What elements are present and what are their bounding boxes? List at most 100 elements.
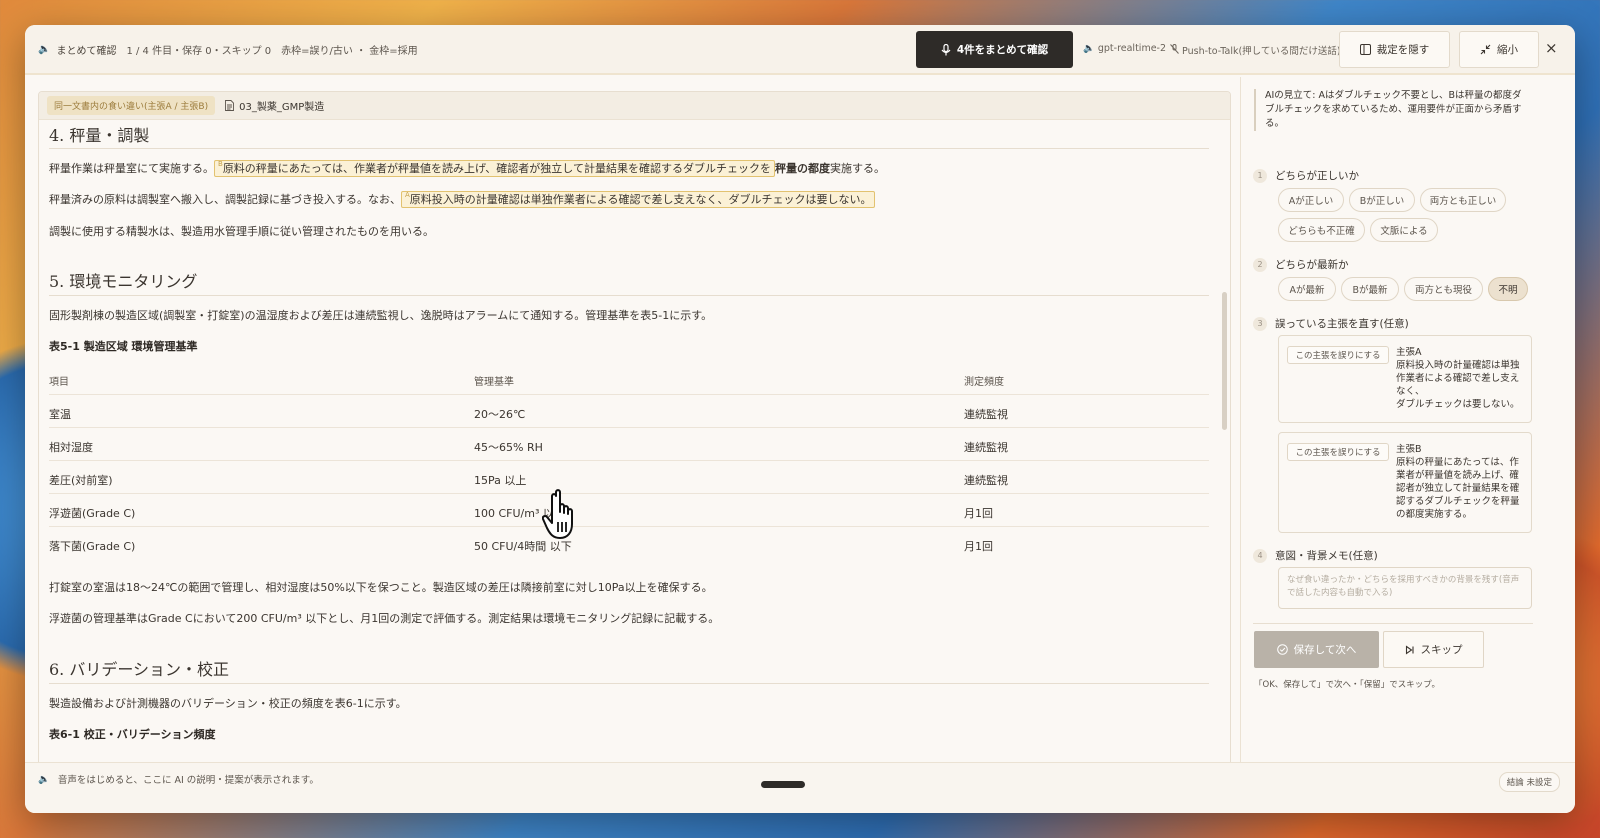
mark-claim-a-wrong-button[interactable]: この主張を誤りにする: [1287, 346, 1389, 364]
question-1: 1 どちらが正しいか: [1253, 168, 1359, 183]
option-a-correct[interactable]: Aが正しい: [1278, 188, 1344, 212]
hand-pointer-icon: [542, 489, 573, 539]
claim-b-card: この主張を誤りにする 主張B 原料の秤量にあたっては、作業者が秤量値を読み上げ、…: [1278, 432, 1532, 533]
table-cell: 月1回: [964, 540, 993, 553]
check-circle-icon: [1276, 644, 1288, 655]
step-number: 4: [1253, 548, 1267, 563]
question-2: 2 どちらが最新か: [1253, 257, 1349, 272]
column-header: 管理基準: [474, 377, 514, 388]
resize-handle[interactable]: [761, 781, 805, 788]
option-a-latest[interactable]: Aが最新: [1278, 277, 1336, 301]
table-cell: 室温: [49, 408, 71, 421]
model-indicator[interactable]: 🔈 gpt-realtime-2: [1083, 43, 1166, 54]
mark-claim-b-wrong-button[interactable]: この主張を誤りにする: [1287, 443, 1389, 461]
table-title: 表5-1 製造区域 環境管理基準: [49, 340, 198, 353]
table-cell: 浮遊菌(Grade C): [49, 507, 136, 520]
save-next-label: 保存して次へ: [1293, 644, 1357, 656]
bold-text: 秤量の都度: [774, 162, 830, 175]
ptt-label: Push-to-Talk(押している間だけ送話): [1182, 46, 1341, 57]
window-title: まとめて確認: [56, 45, 117, 57]
shrink-icon: [1480, 44, 1491, 55]
paragraph-text: 秤量作業は秤量室にて実施する。: [49, 162, 214, 175]
claim-b-content: 主張B 原料の秤量にあたっては、作業者が秤量値を読み上げ、確認者が独立して計量結…: [1396, 443, 1528, 521]
microphone-icon: [941, 43, 951, 55]
table-row: 差圧(対前室) 15Pa 以上 連続監視: [49, 461, 1209, 494]
step-number: 2: [1253, 257, 1267, 272]
table-cell: 差圧(対前室): [49, 474, 113, 487]
close-icon[interactable]: ×: [1545, 39, 1558, 57]
paragraph: 製造設備および計測機器のバリデーション・校正の頻度を表6-1に示す。: [49, 697, 407, 710]
paragraph: 調製に使用する精製水は、製造用水管理手順に従い管理されたものを用いる。: [49, 225, 434, 238]
document-filename: 03_製薬_GMP製造: [239, 102, 325, 113]
speaker-icon: 🔈: [38, 43, 51, 55]
table-cell: 連続監視: [964, 408, 1008, 421]
background-memo-field[interactable]: なぜ食い違ったか・どちらを採用すべきかの背景を残す(音声で話した内容も自動で入る…: [1278, 567, 1532, 609]
claim-a-text: 原料投入時の計量確認は単独作業者による確認で差し支えなく、ダブルチェックは要しな…: [409, 193, 872, 206]
option-unknown[interactable]: 不明: [1488, 277, 1528, 301]
batch-confirm-button[interactable]: 4件をまとめて確認: [916, 31, 1073, 68]
paragraph: 浮遊菌の管理基準はGrade Cにおいて200 CFU/m³ 以下とし、月1回の…: [49, 612, 720, 625]
status-bar: 🔈 音声をはじめると、ここに AI の説明・提案が表示されます。 結論 未設定: [25, 762, 1575, 813]
document-scrollbar[interactable]: [1222, 292, 1227, 430]
table-row: 相対湿度 45〜65% RH 連続監視: [49, 428, 1209, 461]
claim-a-card: この主張を誤りにする 主張A 原料投入時の計量確認は単独作業者による確認で差し支…: [1278, 335, 1532, 423]
document-header: 同一文書内の食い違い(主張A / 主張B) 03_製薬_GMP製造: [39, 92, 1230, 120]
shrink-label: 縮小: [1497, 44, 1518, 56]
status-message: 音声をはじめると、ここに AI の説明・提案が表示されます。: [57, 775, 319, 786]
paragraph: 打錠室の室温は18〜24℃の範囲で管理し、相対湿度は50%以下を保つこと。製造区…: [49, 581, 713, 594]
table-row: 落下菌(Grade C) 50 CFU/4時間 以下 月1回: [49, 527, 1209, 560]
skip-label: スキップ: [1420, 644, 1463, 656]
question-4: 4 意図・背景メモ(任意): [1253, 548, 1378, 563]
progress-text: 1 / 4 件目・保存 0・スキップ 0: [126, 45, 272, 57]
voice-hint: 「OK、保存して」で次へ・「保留」でスキップ。: [1254, 680, 1441, 690]
paragraph: 固形製剤棟の製造区域(調製室・打錠室)の温湿度および差圧は連続監視し、逸脱時はア…: [49, 309, 713, 322]
verdict-panel: AIの見立て: Aはダブルチェック不要とし、Bは秤量の都度ダブルチェックを求めて…: [1240, 77, 1575, 785]
hide-verdict-button[interactable]: 裁定を隠す: [1339, 31, 1450, 68]
divider: [49, 148, 1209, 149]
option-depends-on-context[interactable]: 文脈による: [1370, 218, 1438, 242]
question-label: 誤っている主張を直す(任意): [1275, 318, 1409, 330]
question-label: どちらが正しいか: [1275, 170, 1359, 182]
paragraph-text: 秤量済みの原料は調製室へ搬入し、調製記録に基づき投入する。なお、: [49, 193, 401, 206]
paragraph: 秤量済みの原料は調製室へ搬入し、調製記録に基づき投入する。なお、 A原料投入時の計…: [49, 191, 876, 208]
table-row: 浮遊菌(Grade C) 100 CFU/m³ 以下 月1回: [49, 494, 1209, 527]
top-bar: 🔈 まとめて確認 1 / 4 件目・保存 0・スキップ 0 赤枠=誤り/古い ・…: [25, 25, 1575, 75]
conflict-tag: 同一文書内の食い違い(主張A / 主張B): [47, 96, 216, 115]
table-cell: 相対湿度: [49, 441, 93, 454]
batch-confirm-label: 4件をまとめて確認: [956, 44, 1049, 56]
panel-icon: [1359, 44, 1371, 55]
option-both-current[interactable]: 両方とも現役: [1404, 277, 1483, 301]
option-b-latest[interactable]: Bが最新: [1341, 277, 1399, 301]
column-header: 項目: [49, 377, 69, 388]
claim-a-label: 主張A: [1396, 347, 1422, 358]
divider: [49, 295, 1209, 296]
step-number: 3: [1253, 316, 1267, 331]
save-next-button[interactable]: 保存して次へ: [1254, 631, 1379, 668]
hide-verdict-label: 裁定を隠す: [1376, 44, 1430, 56]
speaker-icon: 🔈: [38, 773, 50, 785]
ai-status: 🔈 音声をはじめると、ここに AI の説明・提案が表示されます。: [38, 772, 319, 787]
document-pane: 同一文書内の食い違い(主張A / 主張B) 03_製薬_GMP製造 4. 秤量・…: [38, 91, 1231, 774]
option-neither-correct[interactable]: どちらも不正確: [1278, 218, 1365, 242]
claim-a-highlight[interactable]: A原料投入時の計量確認は単独作業者による確認で差し支えなく、ダブルチェックは要し…: [401, 191, 876, 208]
question-label: 意図・背景メモ(任意): [1275, 550, 1378, 562]
mic-off-icon: [1170, 44, 1179, 54]
legend-text: 赤枠=誤り/古い ・ 金枠=採用: [281, 45, 418, 57]
claim-b-label: 主張B: [1396, 444, 1422, 455]
model-name: gpt-realtime-2: [1097, 43, 1167, 54]
skip-icon: [1405, 644, 1414, 655]
option-b-correct[interactable]: Bが正しい: [1349, 188, 1415, 212]
claim-b-highlight[interactable]: B原料の秤量にあたっては、作業者が秤量値を読み上げ、確認者が独立して計量結果を確…: [214, 160, 775, 177]
question-3: 3 誤っている主張を直す(任意): [1253, 316, 1409, 331]
shrink-button[interactable]: 縮小: [1459, 31, 1539, 68]
skip-button[interactable]: スキップ: [1383, 631, 1484, 668]
review-window: 🔈 まとめて確認 1 / 4 件目・保存 0・スキップ 0 赤枠=誤り/古い ・…: [25, 25, 1575, 813]
step-number: 1: [1253, 168, 1267, 183]
option-both-correct[interactable]: 両方とも正しい: [1420, 188, 1506, 212]
push-to-talk-indicator[interactable]: Push-to-Talk(押している間だけ送話): [1170, 43, 1341, 57]
document-icon: [225, 100, 235, 111]
ai-assessment: AIの見立て: Aはダブルチェック不要とし、Bは秤量の都度ダブルチェックを求めて…: [1254, 89, 1529, 131]
divider: [1253, 623, 1533, 624]
claim-b-text: 原料の秤量にあたっては、作業者が秤量値を読み上げ、確認者が独立して計量結果を確認…: [1396, 457, 1520, 520]
claim-a-text: 原料投入時の計量確認は単独作業者による確認で差し支えなく、 ダブルチェックは要し…: [1396, 360, 1520, 410]
